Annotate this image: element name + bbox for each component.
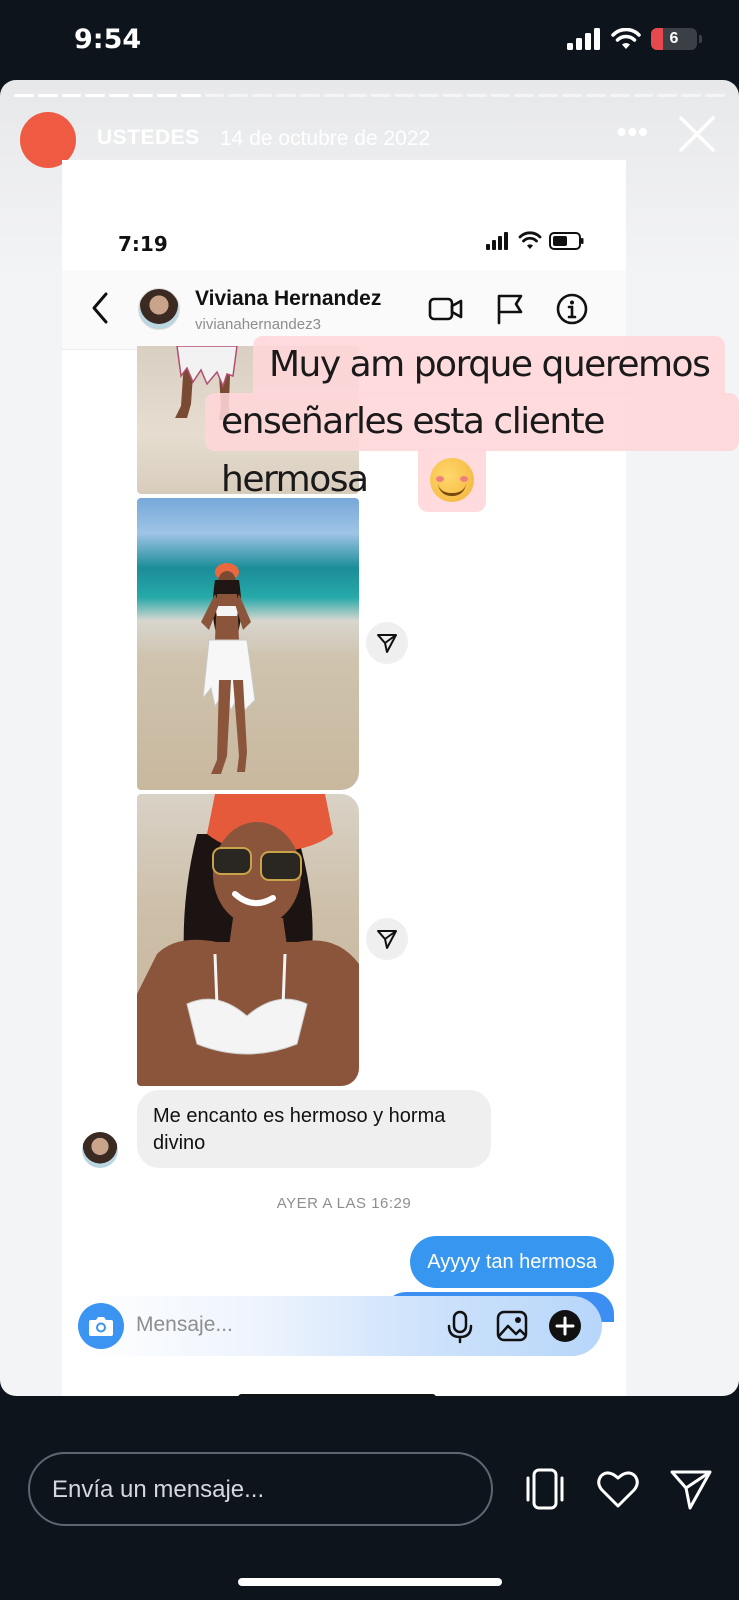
progress-segment xyxy=(37,94,58,97)
contact-name[interactable]: Viviana Hernandez xyxy=(195,287,381,311)
photo-subject xyxy=(137,794,359,1086)
send-icon xyxy=(377,634,397,653)
progress-segment xyxy=(466,94,487,97)
camera-button[interactable] xyxy=(78,1303,124,1349)
progress-segment xyxy=(228,94,249,97)
progress-segment xyxy=(252,94,273,97)
send-icon[interactable] xyxy=(668,1466,714,1512)
progress-segment xyxy=(705,94,725,97)
camera-icon xyxy=(89,1317,113,1336)
story-progress-bar xyxy=(14,94,725,98)
back-icon[interactable] xyxy=(88,288,112,328)
progress-segment xyxy=(419,94,439,97)
inner-status-time: 7:19 xyxy=(118,232,168,256)
contact-handle: vivianahernandez3 xyxy=(195,316,321,333)
progress-segment xyxy=(395,94,416,97)
inner-status-icons xyxy=(486,231,584,250)
progress-segment xyxy=(61,94,82,97)
progress-segment xyxy=(490,94,511,97)
inner-home-indicator xyxy=(238,1394,436,1396)
reply-input[interactable]: Envía un mensaje... xyxy=(28,1452,493,1526)
more-options-icon[interactable]: ••• xyxy=(617,116,649,148)
status-time: 9:54 xyxy=(74,24,142,55)
wifi-icon xyxy=(611,28,641,49)
video-call-icon[interactable] xyxy=(428,292,464,326)
contact-avatar[interactable] xyxy=(138,288,180,330)
story-text-line[interactable]: enseñarles esta cliente hermosa xyxy=(205,393,739,500)
progress-segment xyxy=(276,94,296,97)
progress-segment xyxy=(538,94,559,97)
progress-segment xyxy=(371,94,392,97)
contact-avatar-small xyxy=(82,1132,118,1168)
received-message[interactable]: Me encanto es hermoso y horma divino xyxy=(137,1090,491,1168)
close-icon[interactable] xyxy=(675,112,719,156)
status-icons: 6 xyxy=(567,28,702,50)
status-bar: 9:54 6 xyxy=(0,0,739,80)
progress-segment xyxy=(85,94,106,97)
progress-segment xyxy=(609,94,630,97)
story-text-line[interactable]: Muy am porque queremos xyxy=(253,336,726,394)
home-indicator xyxy=(238,1578,502,1586)
battery-level: 6 xyxy=(669,30,679,47)
multi-device-icon[interactable] xyxy=(522,1466,568,1512)
progress-segment xyxy=(514,94,535,97)
shared-photo[interactable] xyxy=(137,498,359,790)
battery-icon: 6 xyxy=(651,28,702,50)
photo-subject xyxy=(201,563,256,774)
progress-segment xyxy=(562,94,582,97)
shared-photo[interactable] xyxy=(137,794,359,1086)
share-button[interactable] xyxy=(366,918,408,960)
progress-segment xyxy=(180,94,201,97)
report-flag-icon[interactable] xyxy=(492,292,528,326)
progress-segment xyxy=(681,94,702,97)
microphone-icon[interactable] xyxy=(442,1308,478,1344)
story-date: 14 de octubre de 2022 xyxy=(220,127,431,150)
progress-segment xyxy=(204,94,225,97)
share-button[interactable] xyxy=(366,622,408,664)
heart-icon[interactable] xyxy=(595,1466,641,1512)
story-text-emoji[interactable] xyxy=(418,450,486,512)
send-icon xyxy=(377,930,397,949)
message-timestamp: AYER A LAS 16:29 xyxy=(276,1195,412,1212)
message-composer[interactable]: Mensaje... xyxy=(74,1296,602,1356)
signal-icon xyxy=(567,28,600,50)
message-input[interactable]: Mensaje... xyxy=(136,1313,233,1337)
reply-placeholder: Envía un mensaje... xyxy=(52,1476,265,1503)
progress-segment xyxy=(442,94,463,97)
sent-message[interactable]: Ayyyy tan hermosa xyxy=(410,1236,614,1288)
progress-segment xyxy=(585,94,606,97)
progress-segment xyxy=(299,94,320,97)
progress-segment xyxy=(323,94,344,97)
story-card[interactable]: USTEDES 14 de octubre de 2022 ••• 7:19 V… xyxy=(0,80,739,1396)
info-icon[interactable] xyxy=(554,292,590,326)
progress-segment xyxy=(347,94,368,97)
progress-segment xyxy=(133,94,153,97)
progress-segment xyxy=(109,94,130,97)
story-username[interactable]: USTEDES xyxy=(97,126,200,150)
gallery-icon[interactable] xyxy=(494,1308,530,1344)
progress-segment xyxy=(633,94,654,97)
add-icon[interactable] xyxy=(547,1308,583,1344)
progress-segment xyxy=(14,94,34,97)
smiling-face-with-hearts-icon xyxy=(430,458,474,502)
progress-segment xyxy=(156,94,177,97)
progress-segment xyxy=(657,94,678,97)
